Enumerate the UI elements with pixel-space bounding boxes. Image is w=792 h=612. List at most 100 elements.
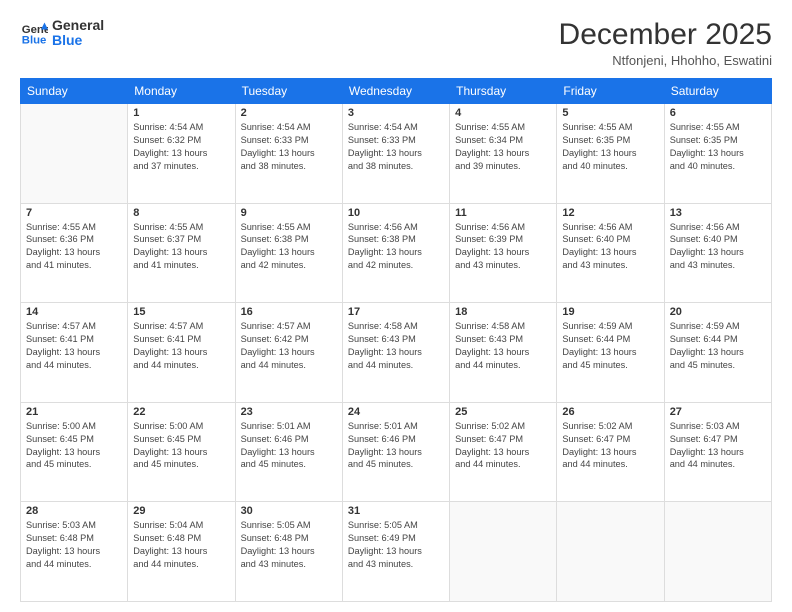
calendar-cell: 10 Sunrise: 4:56 AM Sunset: 6:38 PM Dayli… xyxy=(342,203,449,303)
day-info: Sunrise: 4:56 AM Sunset: 6:40 PM Dayligh… xyxy=(562,221,658,273)
header: General Blue General Blue December 2025 … xyxy=(20,18,772,68)
day-info: Sunrise: 5:02 AM Sunset: 6:47 PM Dayligh… xyxy=(455,420,551,472)
day-number: 19 xyxy=(562,306,658,318)
day-info: Sunrise: 4:55 AM Sunset: 6:38 PM Dayligh… xyxy=(241,221,337,273)
day-number: 1 xyxy=(133,107,229,119)
weekday-header-thursday: Thursday xyxy=(450,79,557,104)
day-number: 27 xyxy=(670,406,766,418)
location: Ntfonjeni, Hhohho, Eswatini xyxy=(559,53,772,68)
calendar-cell: 9Sunrise: 4:55 AM Sunset: 6:38 PM Daylig… xyxy=(235,203,342,303)
day-number: 14 xyxy=(26,306,122,318)
calendar-cell xyxy=(664,502,771,602)
day-info: Sunrise: 4:57 AM Sunset: 6:41 PM Dayligh… xyxy=(133,320,229,372)
calendar-cell: 31 Sunrise: 5:05 AM Sunset: 6:49 PM Dayli… xyxy=(342,502,449,602)
calendar-cell: 29 Sunrise: 5:04 AM Sunset: 6:48 PM Dayli… xyxy=(128,502,235,602)
day-number: 25 xyxy=(455,406,551,418)
day-number: 20 xyxy=(670,306,766,318)
weekday-header-row: SundayMondayTuesdayWednesdayThursdayFrid… xyxy=(21,79,772,104)
day-number: 18 xyxy=(455,306,551,318)
page: General Blue General Blue December 2025 … xyxy=(0,0,792,612)
week-row-4: 21Sunrise: 5:00 AM Sunset: 6:45 PM Dayli… xyxy=(21,402,772,502)
day-number: 7 xyxy=(26,207,122,219)
day-info: Sunrise: 5:03 AM Sunset: 6:48 PM Dayligh… xyxy=(26,519,122,571)
weekday-header-tuesday: Tuesday xyxy=(235,79,342,104)
day-info: Sunrise: 4:58 AM Sunset: 6:43 PM Dayligh… xyxy=(348,320,444,372)
calendar-cell: 4 Sunrise: 4:55 AM Sunset: 6:34 PM Daylig… xyxy=(450,104,557,204)
calendar-cell: 6 Sunrise: 4:55 AM Sunset: 6:35 PM Daylig… xyxy=(664,104,771,204)
day-info: Sunrise: 5:05 AM Sunset: 6:49 PM Dayligh… xyxy=(348,519,444,571)
day-info: Sunrise: 4:59 AM Sunset: 6:44 PM Dayligh… xyxy=(562,320,658,372)
weekday-header-friday: Friday xyxy=(557,79,664,104)
day-info: Sunrise: 5:01 AM Sunset: 6:46 PM Dayligh… xyxy=(241,420,337,472)
calendar-table: SundayMondayTuesdayWednesdayThursdayFrid… xyxy=(20,78,772,602)
day-info: Sunrise: 4:55 AM Sunset: 6:37 PM Dayligh… xyxy=(133,221,229,273)
day-number: 22 xyxy=(133,406,229,418)
logo-line2: Blue xyxy=(52,33,104,48)
day-number: 8 xyxy=(133,207,229,219)
day-number: 4 xyxy=(455,107,551,119)
weekday-header-saturday: Saturday xyxy=(664,79,771,104)
calendar-cell: 1 Sunrise: 4:54 AM Sunset: 6:32 PM Daylig… xyxy=(128,104,235,204)
day-info: Sunrise: 4:56 AM Sunset: 6:40 PM Dayligh… xyxy=(670,221,766,273)
header-right: December 2025 Ntfonjeni, Hhohho, Eswatin… xyxy=(559,18,772,68)
day-info: Sunrise: 5:02 AM Sunset: 6:47 PM Dayligh… xyxy=(562,420,658,472)
calendar-cell: 24 Sunrise: 5:01 AM Sunset: 6:46 PM Dayli… xyxy=(342,402,449,502)
day-info: Sunrise: 4:56 AM Sunset: 6:38 PM Dayligh… xyxy=(348,221,444,273)
day-info: Sunrise: 4:55 AM Sunset: 6:36 PM Dayligh… xyxy=(26,221,122,273)
svg-text:Blue: Blue xyxy=(22,35,47,47)
calendar-cell: 13 Sunrise: 4:56 AM Sunset: 6:40 PM Dayli… xyxy=(664,203,771,303)
calendar-cell: 12 Sunrise: 4:56 AM Sunset: 6:40 PM Dayli… xyxy=(557,203,664,303)
week-row-1: 1 Sunrise: 4:54 AM Sunset: 6:32 PM Daylig… xyxy=(21,104,772,204)
day-number: 29 xyxy=(133,505,229,517)
day-number: 26 xyxy=(562,406,658,418)
day-number: 6 xyxy=(670,107,766,119)
logo: General Blue General Blue xyxy=(20,18,104,49)
calendar-cell: 15 Sunrise: 4:57 AM Sunset: 6:41 PM Dayli… xyxy=(128,303,235,403)
day-info: Sunrise: 4:58 AM Sunset: 6:43 PM Dayligh… xyxy=(455,320,551,372)
logo-icon: General Blue xyxy=(20,19,48,47)
day-number: 5 xyxy=(562,107,658,119)
logo-line1: General xyxy=(52,18,104,33)
day-info: Sunrise: 4:57 AM Sunset: 6:41 PM Dayligh… xyxy=(26,320,122,372)
day-number: 17 xyxy=(348,306,444,318)
calendar-cell: 8 Sunrise: 4:55 AM Sunset: 6:37 PM Daylig… xyxy=(128,203,235,303)
calendar-cell xyxy=(450,502,557,602)
calendar-cell xyxy=(21,104,128,204)
day-number: 11 xyxy=(455,207,551,219)
calendar-cell: 25 Sunrise: 5:02 AM Sunset: 6:47 PM Dayli… xyxy=(450,402,557,502)
day-info: Sunrise: 5:01 AM Sunset: 6:46 PM Dayligh… xyxy=(348,420,444,472)
day-info: Sunrise: 4:55 AM Sunset: 6:34 PM Dayligh… xyxy=(455,121,551,173)
calendar-cell: 16Sunrise: 4:57 AM Sunset: 6:42 PM Dayli… xyxy=(235,303,342,403)
day-info: Sunrise: 4:54 AM Sunset: 6:32 PM Dayligh… xyxy=(133,121,229,173)
day-info: Sunrise: 4:54 AM Sunset: 6:33 PM Dayligh… xyxy=(348,121,444,173)
calendar-cell: 11Sunrise: 4:56 AM Sunset: 6:39 PM Dayli… xyxy=(450,203,557,303)
calendar-cell: 22Sunrise: 5:00 AM Sunset: 6:45 PM Dayli… xyxy=(128,402,235,502)
weekday-header-wednesday: Wednesday xyxy=(342,79,449,104)
day-number: 15 xyxy=(133,306,229,318)
calendar-cell: 30Sunrise: 5:05 AM Sunset: 6:48 PM Dayli… xyxy=(235,502,342,602)
day-info: Sunrise: 5:04 AM Sunset: 6:48 PM Dayligh… xyxy=(133,519,229,571)
calendar-cell: 17 Sunrise: 4:58 AM Sunset: 6:43 PM Dayli… xyxy=(342,303,449,403)
calendar-cell: 3Sunrise: 4:54 AM Sunset: 6:33 PM Daylig… xyxy=(342,104,449,204)
calendar-cell: 20Sunrise: 4:59 AM Sunset: 6:44 PM Dayli… xyxy=(664,303,771,403)
day-number: 30 xyxy=(241,505,337,517)
day-number: 12 xyxy=(562,207,658,219)
day-number: 28 xyxy=(26,505,122,517)
calendar-cell: 18 Sunrise: 4:58 AM Sunset: 6:43 PM Dayli… xyxy=(450,303,557,403)
day-info: Sunrise: 5:00 AM Sunset: 6:45 PM Dayligh… xyxy=(26,420,122,472)
calendar-cell: 19 Sunrise: 4:59 AM Sunset: 6:44 PM Dayli… xyxy=(557,303,664,403)
calendar-cell: 21Sunrise: 5:00 AM Sunset: 6:45 PM Dayli… xyxy=(21,402,128,502)
day-number: 10 xyxy=(348,207,444,219)
day-number: 24 xyxy=(348,406,444,418)
week-row-5: 28 Sunrise: 5:03 AM Sunset: 6:48 PM Dayli… xyxy=(21,502,772,602)
day-info: Sunrise: 5:03 AM Sunset: 6:47 PM Dayligh… xyxy=(670,420,766,472)
calendar-cell: 2Sunrise: 4:54 AM Sunset: 6:33 PM Daylig… xyxy=(235,104,342,204)
calendar-cell: 5Sunrise: 4:55 AM Sunset: 6:35 PM Daylig… xyxy=(557,104,664,204)
day-info: Sunrise: 4:55 AM Sunset: 6:35 PM Dayligh… xyxy=(670,121,766,173)
day-number: 16 xyxy=(241,306,337,318)
day-number: 13 xyxy=(670,207,766,219)
day-number: 31 xyxy=(348,505,444,517)
calendar-cell: 28 Sunrise: 5:03 AM Sunset: 6:48 PM Dayli… xyxy=(21,502,128,602)
month-title: December 2025 xyxy=(559,18,772,51)
calendar-cell: 14 Sunrise: 4:57 AM Sunset: 6:41 PM Dayli… xyxy=(21,303,128,403)
